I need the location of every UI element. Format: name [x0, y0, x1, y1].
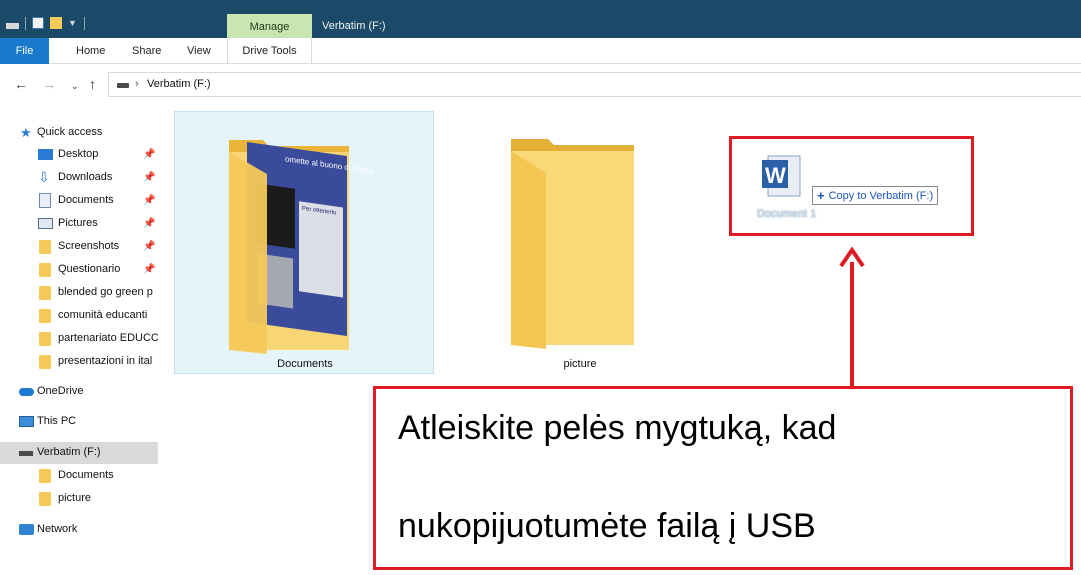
nav-item-screenshots[interactable]: Screenshots 📌 — [0, 236, 158, 258]
folder-icon — [511, 139, 634, 349]
nav-drive-child-picture[interactable]: picture — [0, 488, 158, 510]
drive-icon — [117, 83, 129, 88]
nav-label: Pictures — [58, 217, 98, 229]
folder-icon — [39, 240, 51, 254]
downloads-icon: ⇩ — [38, 169, 50, 185]
folder-tile-picture[interactable]: picture — [474, 111, 734, 374]
nav-label: partenariato EDUCC — [58, 332, 158, 344]
nav-label: comunità educanti — [58, 309, 148, 321]
nav-item-pictures[interactable]: Pictures 📌 — [0, 213, 158, 235]
tab-home[interactable]: Home — [76, 38, 105, 64]
nav-item-downloads[interactable]: ⇩ Downloads 📌 — [0, 167, 158, 189]
network-icon — [19, 524, 34, 535]
tab-file[interactable]: File — [0, 38, 49, 64]
navigation-pane: ★ Quick access Desktop 📌 ⇩ Downloads 📌 D… — [0, 104, 164, 575]
drag-highlight-box — [729, 136, 974, 236]
pin-icon[interactable]: 📌 — [143, 241, 155, 252]
folder-icon — [39, 469, 51, 483]
address-box[interactable]: › Verbatim (F:) — [108, 72, 1081, 97]
star-icon: ★ — [20, 125, 32, 140]
pin-icon[interactable]: 📌 — [143, 218, 155, 229]
annotation-arrow — [850, 262, 854, 388]
pin-icon[interactable]: 📌 — [143, 264, 155, 275]
properties-icon[interactable] — [32, 17, 44, 29]
folder-icon — [39, 355, 51, 369]
nav-label: Desktop — [58, 148, 99, 160]
folder-name: Documents — [277, 358, 333, 370]
nav-label: picture — [58, 492, 92, 504]
toolbar-separator — [84, 16, 85, 30]
documents-icon — [39, 193, 51, 208]
pictures-icon — [38, 218, 53, 229]
nav-quick-access[interactable]: ★ Quick access — [0, 122, 158, 144]
nav-label: blended go green p — [58, 286, 153, 298]
pin-icon[interactable]: 📌 — [143, 149, 155, 160]
nav-item-comunita-educanti[interactable]: comunità educanti — [0, 305, 158, 327]
nav-item-desktop[interactable]: Desktop 📌 — [0, 144, 158, 166]
breadcrumb-drive[interactable]: Verbatim (F:) — [147, 78, 211, 90]
navigation-bar: ← → ⌄ ↑ › Verbatim (F:) — [0, 64, 1081, 104]
nav-drive-child-documents[interactable]: Documents — [0, 465, 158, 487]
instruction-callout: Atleiskite pelės mygtuką, kad nukopijuot… — [373, 386, 1073, 570]
nav-this-pc[interactable]: This PC — [0, 411, 158, 433]
folder-name: picture — [563, 358, 597, 370]
arrow-head-icon — [839, 246, 865, 268]
nav-label: Network — [37, 523, 78, 535]
nav-label: Documents — [58, 194, 114, 206]
breadcrumb-chevron-icon[interactable]: › — [135, 78, 139, 90]
folder-icon — [39, 286, 51, 300]
computer-icon — [19, 416, 34, 427]
nav-item-documents[interactable]: Documents 📌 — [0, 190, 158, 212]
quick-access-toolbar: ▼ — [6, 15, 85, 31]
nav-onedrive[interactable]: OneDrive — [0, 381, 158, 403]
nav-item-presentazioni[interactable]: presentazioni in ital — [0, 351, 158, 373]
folder-icon — [39, 309, 51, 323]
nav-label: This PC — [37, 415, 77, 427]
manage-tab[interactable]: Manage — [227, 14, 312, 38]
recent-locations-chevron-icon[interactable]: ⌄ — [71, 79, 79, 93]
window-title: Verbatim (F:) — [322, 20, 386, 32]
nav-label: presentazioni in ital — [58, 355, 153, 367]
tab-share[interactable]: Share — [132, 38, 161, 64]
nav-item-partenariato[interactable]: partenariato EDUCC — [0, 328, 158, 350]
toolbar-separator — [25, 16, 26, 30]
nav-label: Downloads — [58, 171, 113, 183]
nav-network[interactable]: Network — [0, 519, 158, 541]
title-bar: ▼ Manage Verbatim (F:) — [0, 0, 1081, 38]
desktop-icon — [38, 149, 53, 160]
drive-icon[interactable] — [6, 22, 19, 29]
up-arrow-icon[interactable]: ↑ — [89, 77, 96, 91]
new-folder-icon[interactable] — [50, 17, 62, 29]
nav-label: Quick access — [37, 126, 103, 138]
ribbon-tabs: File Home Share View Drive Tools — [0, 38, 1081, 64]
nav-item-blended-go-green[interactable]: blended go green p — [0, 282, 158, 304]
forward-arrow-icon[interactable]: → — [42, 77, 56, 91]
folder-icon — [39, 263, 51, 277]
nav-label: Screenshots — [58, 240, 120, 252]
nav-label: Questionario — [58, 263, 121, 275]
nav-label: Verbatim (F:) — [37, 446, 101, 458]
folder-with-thumbnail-icon: omette al buono di bontà Per ottenerlo — [229, 140, 373, 354]
instruction-line-1: Atleiskite pelės mygtuką, kad — [398, 409, 837, 447]
nav-label: OneDrive — [37, 385, 84, 397]
customize-toolbar-icon[interactable]: ▼ — [68, 18, 78, 29]
nav-label: Documents — [58, 469, 114, 481]
tab-drive-tools[interactable]: Drive Tools — [227, 38, 312, 64]
drive-icon — [19, 451, 33, 456]
pin-icon[interactable]: 📌 — [143, 195, 155, 206]
instruction-line-2: nukopijuotumėte failą į USB — [398, 507, 816, 545]
pin-icon[interactable]: 📌 — [143, 172, 155, 183]
tab-view[interactable]: View — [187, 38, 211, 64]
folder-icon — [39, 332, 51, 346]
nav-item-questionario[interactable]: Questionario 📌 — [0, 259, 158, 281]
nav-drive-verbatim[interactable]: Verbatim (F:) — [0, 442, 158, 464]
folder-tile-documents[interactable]: omette al buono di bontà Per ottenerlo D… — [174, 111, 434, 374]
folder-icon — [39, 492, 51, 506]
cloud-icon — [19, 388, 34, 396]
back-arrow-icon[interactable]: ← — [14, 77, 28, 91]
